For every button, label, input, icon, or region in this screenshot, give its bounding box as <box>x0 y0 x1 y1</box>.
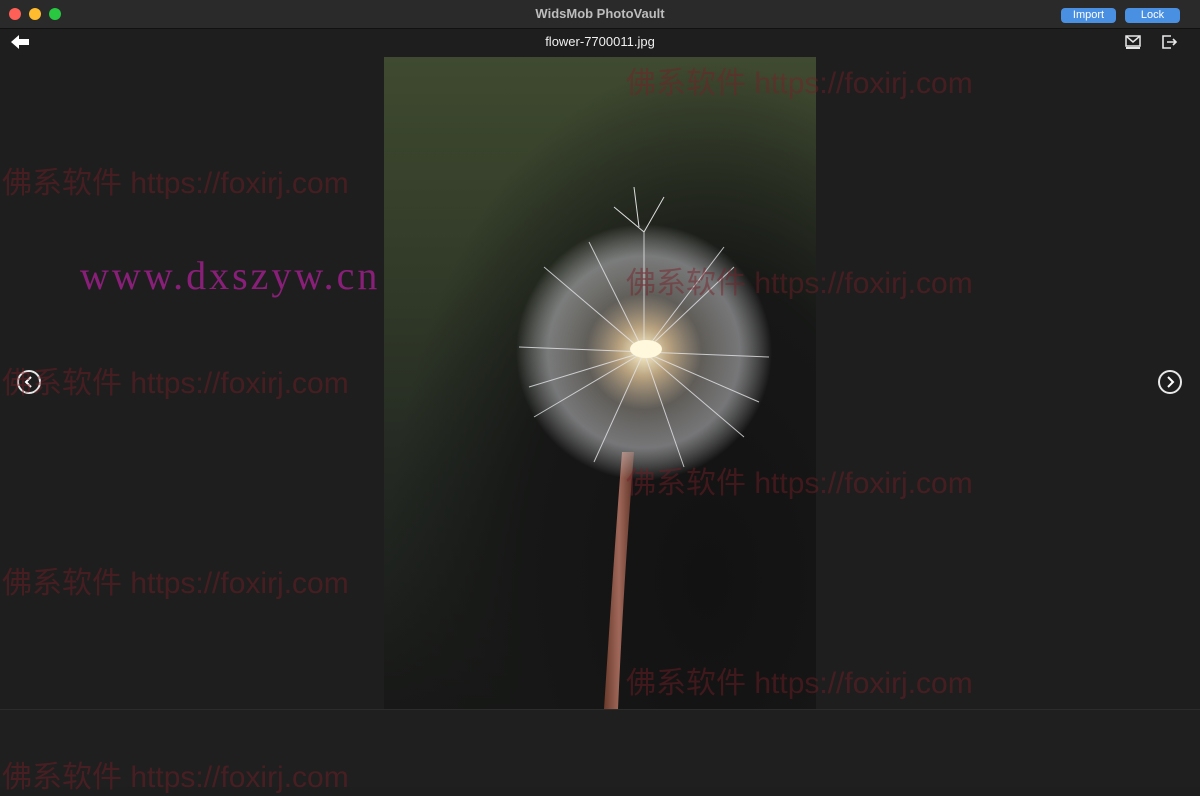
lock-button[interactable]: Lock <box>1125 8 1180 23</box>
dandelion-image <box>516 186 772 709</box>
export-button[interactable] <box>1160 33 1178 51</box>
import-button[interactable]: Import <box>1061 8 1116 23</box>
title-bar: WidsMob PhotoVault Import Lock <box>0 0 1200 29</box>
bottom-strip <box>0 709 1200 787</box>
photo-preview <box>384 57 816 709</box>
next-photo-button[interactable] <box>1158 370 1182 394</box>
file-name: flower-7700011.jpg <box>545 34 655 49</box>
mail-icon <box>1125 35 1141 49</box>
photo-viewer <box>0 57 1200 709</box>
chevron-left-icon <box>24 376 32 388</box>
export-icon <box>1162 35 1178 49</box>
viewer-toolbar: flower-7700011.jpg <box>0 29 1200 57</box>
email-button[interactable] <box>1124 34 1142 50</box>
chevron-right-icon <box>1167 376 1175 388</box>
previous-photo-button[interactable] <box>17 370 41 394</box>
app-title: WidsMob PhotoVault <box>535 6 665 21</box>
